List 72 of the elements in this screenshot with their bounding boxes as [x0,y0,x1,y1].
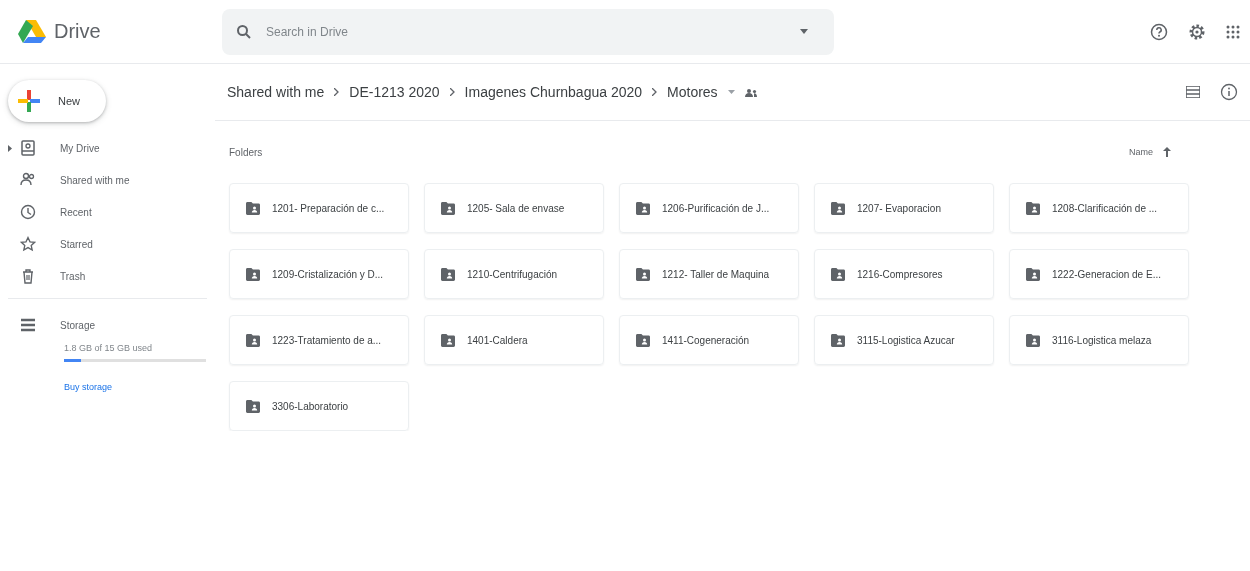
storage-icon [20,318,36,332]
chevron-right-icon [334,88,340,96]
shared-folder-icon [831,333,845,347]
storage-item[interactable]: Storage [0,311,215,339]
shared-folder-icon [246,333,260,347]
breadcrumb-link[interactable]: Motores [667,84,718,100]
people-icon [744,87,757,97]
shared-folder-icon [441,333,455,347]
sidebar-item[interactable]: Trash [0,262,215,290]
chevron-right-icon [652,88,658,96]
shared-folder-icon [636,267,650,281]
section-label: Folders [229,146,263,158]
caret-icon[interactable] [800,29,808,34]
folder-card[interactable]: 1411-Cogeneración [619,315,799,365]
clock-icon [20,204,36,220]
search-field[interactable]: Search in Drive [222,8,834,55]
people-icon [20,172,36,188]
list-view-icon[interactable] [1186,86,1200,98]
folder-card[interactable]: 1205- Sala de envase [424,183,604,233]
drive-icon [20,140,36,156]
shared-folder-icon [1026,333,1040,347]
shared-folder-icon [441,267,455,281]
shared-folder-icon [636,201,650,215]
expand-arrow-icon[interactable] [8,144,12,152]
folder-card[interactable]: 1208-Clarificación de ... [1009,183,1189,233]
arrow-up-icon [1163,147,1171,157]
buy-storage-link[interactable]: Buy storage [64,382,215,392]
trash-icon [20,268,36,284]
shared-folder-icon [246,399,260,413]
drive-logo-icon [18,19,46,44]
folder-card[interactable]: 1209-Cristalización y D... [229,249,409,299]
search-icon [236,23,252,40]
shared-folder-icon [831,201,845,215]
search-input[interactable]: Search in Drive [264,23,788,40]
star-icon [20,236,36,252]
storage-usage: 1.8 GB of 15 GB used [64,343,154,353]
breadcrumb-link[interactable]: Imagenes Churnbagua 2020 [464,84,643,100]
sidebar-item[interactable]: Shared with me [0,166,215,194]
shared-folder-icon [246,201,260,215]
breadcrumb-link[interactable]: Shared with me [227,84,325,100]
folder-card[interactable]: 1222-Generacion de E... [1009,249,1189,299]
shared-folder-icon [441,201,455,215]
chevron-right-icon [449,88,455,96]
sidebar-item[interactable]: My Drive [0,134,215,162]
sidebar-item[interactable]: Recent [0,198,215,226]
shared-folder-icon [1026,267,1040,281]
new-button[interactable]: New [8,80,106,122]
folder-card[interactable]: 3116-Logistica melaza [1009,315,1189,365]
folder-card[interactable]: 1201- Preparación de c... [229,183,409,233]
caret-icon[interactable] [727,90,735,94]
folder-card[interactable]: 3115-Logistica Azucar [814,315,994,365]
folder-card[interactable]: 1210-Centrifugación [424,249,604,299]
folder-card[interactable]: 3306-Laboratorio [229,381,409,431]
folder-card[interactable]: 1216-Compresores [814,249,994,299]
folder-card[interactable]: 1206-Purificación de J... [619,183,799,233]
folder-card[interactable]: 1212- Taller de Maquina [619,249,799,299]
info-icon[interactable] [1220,83,1238,101]
apps-icon[interactable] [1226,24,1240,39]
folder-card[interactable]: 1207- Evaporacion [814,183,994,233]
shared-folder-icon [636,333,650,347]
shared-folder-icon [246,267,260,281]
settings-icon[interactable] [1188,22,1206,41]
app-title: Drive [54,20,101,43]
sidebar-item[interactable]: Starred [0,230,215,258]
shared-folder-icon [1026,201,1040,215]
folder-card[interactable]: 1223-Tratamiento de a... [229,315,409,365]
shared-folder-icon [831,267,845,281]
help-icon[interactable] [1150,22,1168,41]
folder-card[interactable]: 1401-Caldera [424,315,604,365]
plus-icon [18,90,40,112]
sort-button[interactable]: Name [1123,146,1177,158]
breadcrumb-link[interactable]: DE-1213 2020 [349,84,440,100]
